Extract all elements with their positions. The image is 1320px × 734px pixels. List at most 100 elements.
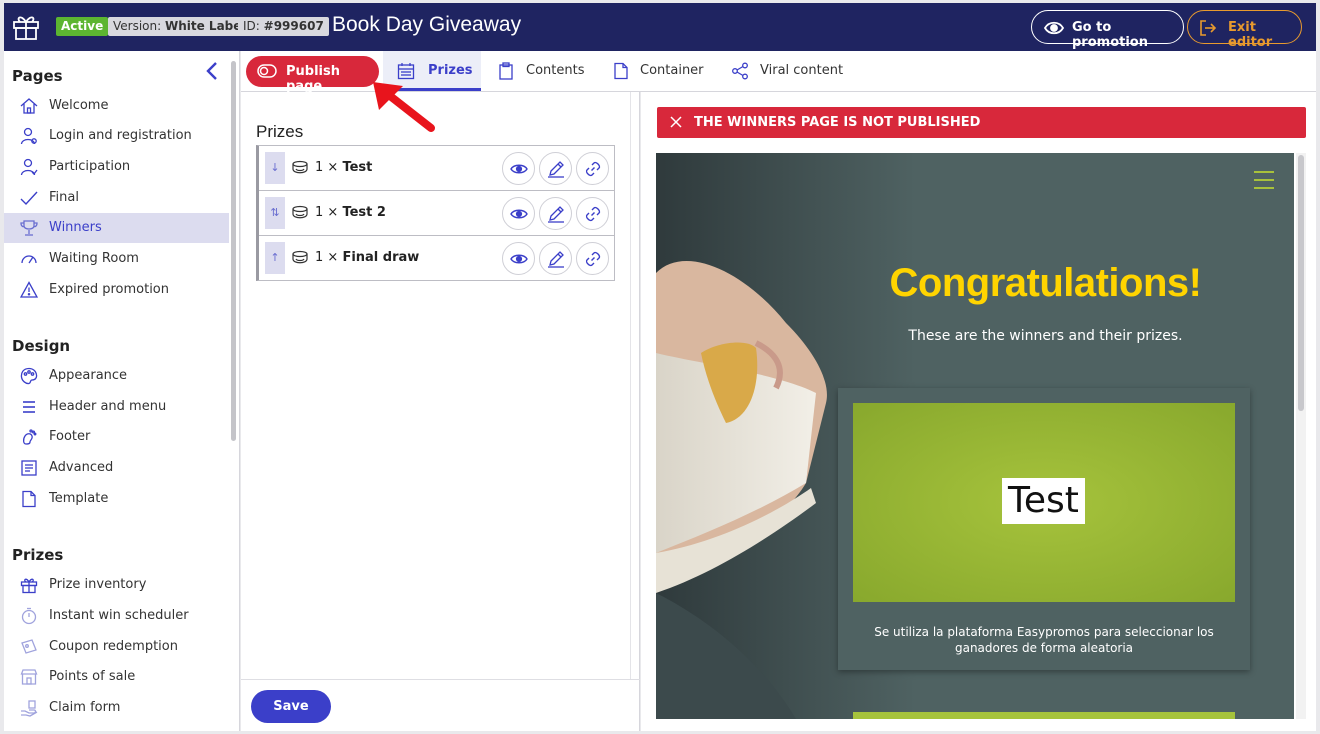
hamburger-menu-icon[interactable] xyxy=(1254,171,1274,191)
tab-contents[interactable]: Contents xyxy=(483,51,593,91)
prizes-heading: Prizes xyxy=(256,122,304,141)
move-handle[interactable]: ⇅ xyxy=(265,197,285,229)
sidebar-item-expired-promotion[interactable]: Expired promotion xyxy=(4,275,229,305)
prize-card-description: Se utiliza la plataforma Easypromos para… xyxy=(874,625,1214,655)
share-icon xyxy=(732,62,748,80)
view-prize-button[interactable] xyxy=(502,152,535,185)
eye-icon xyxy=(510,164,528,174)
prize-card-image: Test xyxy=(853,403,1235,602)
sidebar-item-label: Appearance xyxy=(49,368,128,383)
prize-row: ⇅ 1 × Test 2 xyxy=(259,191,615,236)
eye-icon xyxy=(1044,21,1064,35)
tab-viral-content[interactable]: Viral content xyxy=(717,51,847,91)
move-up-handle[interactable]: ↑ xyxy=(265,242,285,274)
pencil-icon xyxy=(548,206,564,223)
sidebar-item-template[interactable]: Template xyxy=(4,484,229,514)
version-value: White Label xyxy=(164,19,246,33)
preview-scrollbar[interactable] xyxy=(1296,153,1306,719)
sidebar-item-instant-win-scheduler[interactable]: Instant win scheduler xyxy=(4,601,229,631)
footer-divider xyxy=(241,679,640,680)
link-prize-button[interactable] xyxy=(576,152,609,185)
sidebar-item-label: Header and menu xyxy=(49,399,167,414)
toggle-off-icon xyxy=(257,64,277,78)
sidebar-item-final[interactable]: Final xyxy=(4,183,229,213)
eye-icon xyxy=(510,254,528,264)
prize-text: 1 × Test 2 xyxy=(315,205,386,220)
hand-icon xyxy=(21,700,38,717)
clipboard-icon xyxy=(499,62,513,80)
sidebar-item-participation[interactable]: Participation xyxy=(4,152,229,182)
prize-row: ↓ 1 × Test xyxy=(259,146,615,191)
file-icon xyxy=(22,490,36,508)
sidebar-item-header-and-menu[interactable]: Header and menu xyxy=(4,392,229,422)
id-label: ID: xyxy=(243,19,264,33)
sidebar-item-prize-inventory[interactable]: Prize inventory xyxy=(4,570,229,600)
sidebar-item-footer[interactable]: Footer xyxy=(4,422,229,452)
section-title-pages: Pages xyxy=(12,67,63,85)
trophy-icon xyxy=(20,220,38,236)
collapse-sidebar-icon[interactable] xyxy=(204,61,220,81)
sidebar-item-claim-form[interactable]: Claim form xyxy=(4,693,229,723)
sidebar-item-label: Prize inventory xyxy=(49,577,147,592)
prize-name: Final draw xyxy=(342,250,420,265)
status-badge: Active xyxy=(56,17,109,36)
id-badge: ID: #999607 xyxy=(238,17,329,36)
preview-scrollbar-thumb[interactable] xyxy=(1298,155,1304,411)
tab-label: Contents xyxy=(526,63,585,78)
gift-logo-icon xyxy=(13,16,39,40)
prize-card-label: Test xyxy=(1002,478,1085,524)
stopwatch-icon xyxy=(21,607,37,625)
sidebar-item-points-of-sale[interactable]: Points of sale xyxy=(4,662,229,692)
warning-icon xyxy=(20,281,38,298)
store-icon xyxy=(20,669,38,685)
home-icon xyxy=(20,98,38,114)
go-to-promotion-button[interactable]: Go to promotion xyxy=(1031,10,1184,50)
view-prize-button[interactable] xyxy=(502,242,535,275)
preview-panel: THE WINNERS PAGE IS NOT PUBLISHED Congra… xyxy=(641,92,1316,731)
link-prize-button[interactable] xyxy=(576,197,609,230)
sidebar-item-label: Login and registration xyxy=(49,128,192,143)
prizes-panel: Prizes ↓ 1 × Test ⇅ 1 × Test 2 ↑ 1 × Fin… xyxy=(241,92,640,731)
section-title-prizes: Prizes xyxy=(12,546,64,564)
sidebar-item-appearance[interactable]: Appearance xyxy=(4,361,229,391)
section-title-design: Design xyxy=(12,337,71,355)
close-icon[interactable] xyxy=(670,116,682,128)
winners-subtitle: These are the winners and their prizes. xyxy=(908,328,1183,344)
tab-label: Viral content xyxy=(760,63,844,78)
edit-prize-button[interactable] xyxy=(539,197,572,230)
sidebar-item-waiting-room[interactable]: Waiting Room xyxy=(4,244,229,274)
sidebar-item-welcome[interactable]: Welcome xyxy=(4,91,229,121)
user-icon xyxy=(20,127,37,145)
prize-cup-icon xyxy=(292,205,308,219)
tab-container[interactable]: Container xyxy=(598,51,713,91)
sidebar-item-label: Waiting Room xyxy=(49,251,139,266)
alert-text: THE WINNERS PAGE IS NOT PUBLISHED xyxy=(694,115,981,130)
file-icon xyxy=(614,62,628,80)
code-icon xyxy=(21,460,37,476)
link-prize-button[interactable] xyxy=(576,242,609,275)
prize-cup-icon xyxy=(292,160,308,174)
sidebar-item-label: Footer xyxy=(49,429,91,444)
edit-prize-button[interactable] xyxy=(539,152,572,185)
top-bar: Active Version: White Label ID: #999607 … xyxy=(4,3,1316,51)
prize-row: ↑ 1 × Final draw xyxy=(259,236,615,281)
sidebar-scrollbar[interactable] xyxy=(231,61,236,441)
coupon-icon xyxy=(21,639,37,654)
publish-page-button[interactable]: Publish page xyxy=(246,56,379,94)
view-prize-button[interactable] xyxy=(502,197,535,230)
pencil-icon xyxy=(548,161,564,178)
sidebar-item-label: Winners xyxy=(49,220,102,235)
pencil-icon xyxy=(548,251,564,268)
sidebar-item-label: Template xyxy=(49,491,109,506)
sidebar-item-login[interactable]: Login and registration xyxy=(4,121,229,151)
sidebar-item-label: Final xyxy=(49,190,79,205)
move-down-handle[interactable]: ↓ xyxy=(265,152,285,184)
sidebar-item-winners[interactable]: Winners xyxy=(4,213,229,243)
sidebar-item-advanced[interactable]: Advanced xyxy=(4,453,229,483)
exit-editor-button[interactable]: Exit editor xyxy=(1187,10,1302,50)
save-button[interactable]: Save xyxy=(251,690,331,723)
link-icon xyxy=(585,161,601,177)
edit-prize-button[interactable] xyxy=(539,242,572,275)
sidebar-item-coupon-redemption[interactable]: Coupon redemption xyxy=(4,632,229,662)
gift-icon xyxy=(20,578,38,594)
